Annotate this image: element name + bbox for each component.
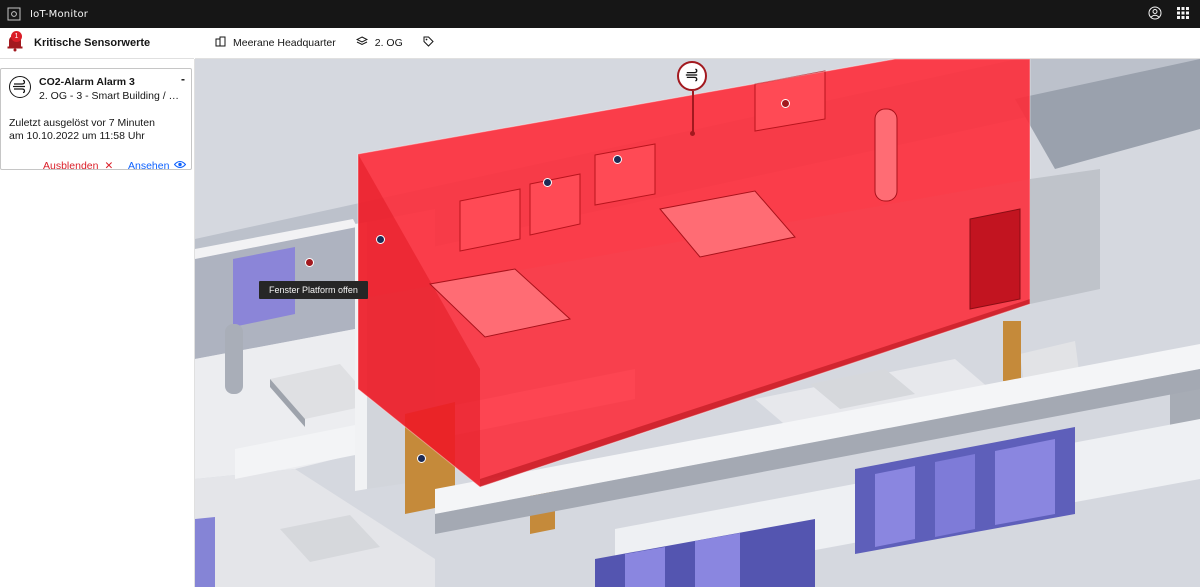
air-flow-icon [683, 66, 701, 87]
alarm-last-triggered: Zuletzt ausgelöst vor 7 Minuten [9, 117, 155, 129]
alarm-marker[interactable] [677, 61, 707, 91]
marker-anchor [690, 131, 695, 136]
sensor-point[interactable] [376, 235, 385, 244]
top-bar: IoT-Monitor [0, 0, 1200, 28]
sensor-point[interactable] [543, 178, 552, 187]
sensor-point[interactable] [305, 258, 314, 267]
alarm-title: CO2-Alarm Alarm 3 [39, 76, 135, 88]
view-button[interactable]: Ansehen [128, 160, 187, 172]
building-icon [215, 36, 226, 50]
app-switcher-icon[interactable] [1176, 6, 1190, 23]
breadcrumb-building[interactable]: Meerane Headquarter [215, 36, 336, 50]
hide-button[interactable]: Ausblenden ✕ [43, 160, 113, 172]
panel-title: Kritische Sensorwerte [34, 37, 151, 49]
sensor-point[interactable] [417, 454, 426, 463]
alarm-location: 2. OG - 3 - Smart Building / Fact... [39, 90, 181, 102]
air-flow-icon [9, 76, 31, 98]
app-title: IoT-Monitor [30, 8, 89, 20]
tag-icon[interactable] [423, 36, 434, 50]
alarm-timestamp: am 10.10.2022 um 11:58 Uhr [9, 130, 145, 142]
hide-button-label: Ausblenden [43, 160, 99, 172]
close-icon: ✕ [104, 160, 114, 172]
layers-icon [355, 36, 368, 50]
left-panel: CO2-Alarm Alarm 3 2. OG - 3 - Smart Buil… [0, 59, 195, 587]
alarm-card[interactable]: CO2-Alarm Alarm 3 2. OG - 3 - Smart Buil… [0, 68, 192, 172]
user-icon[interactable] [1148, 6, 1162, 23]
breadcrumb: Meerane Headquarter 2. OG [195, 28, 1200, 59]
breadcrumb-tag[interactable] [423, 36, 434, 50]
sensor-point[interactable] [781, 99, 790, 108]
collapse-button[interactable]: - [181, 72, 185, 86]
notification-badge: 1 [11, 31, 22, 42]
breadcrumb-floor[interactable]: 2. OG [355, 36, 403, 50]
view-button-label: Ansehen [128, 160, 170, 172]
floor-name: 2. OG [374, 37, 403, 49]
floor-plan-render [195, 59, 1200, 587]
marker-line [692, 91, 694, 133]
app-logo-icon[interactable] [0, 0, 28, 28]
sensor-point[interactable] [613, 155, 622, 164]
sensor-tooltip: Fenster Platform offen [259, 281, 368, 299]
eye-icon [174, 160, 187, 172]
building-name: Meerane Headquarter [233, 37, 336, 49]
building-3d-view[interactable]: Fenster Platform offen [195, 59, 1200, 587]
critical-values-header: 1 Kritische Sensorwerte [0, 28, 194, 59]
